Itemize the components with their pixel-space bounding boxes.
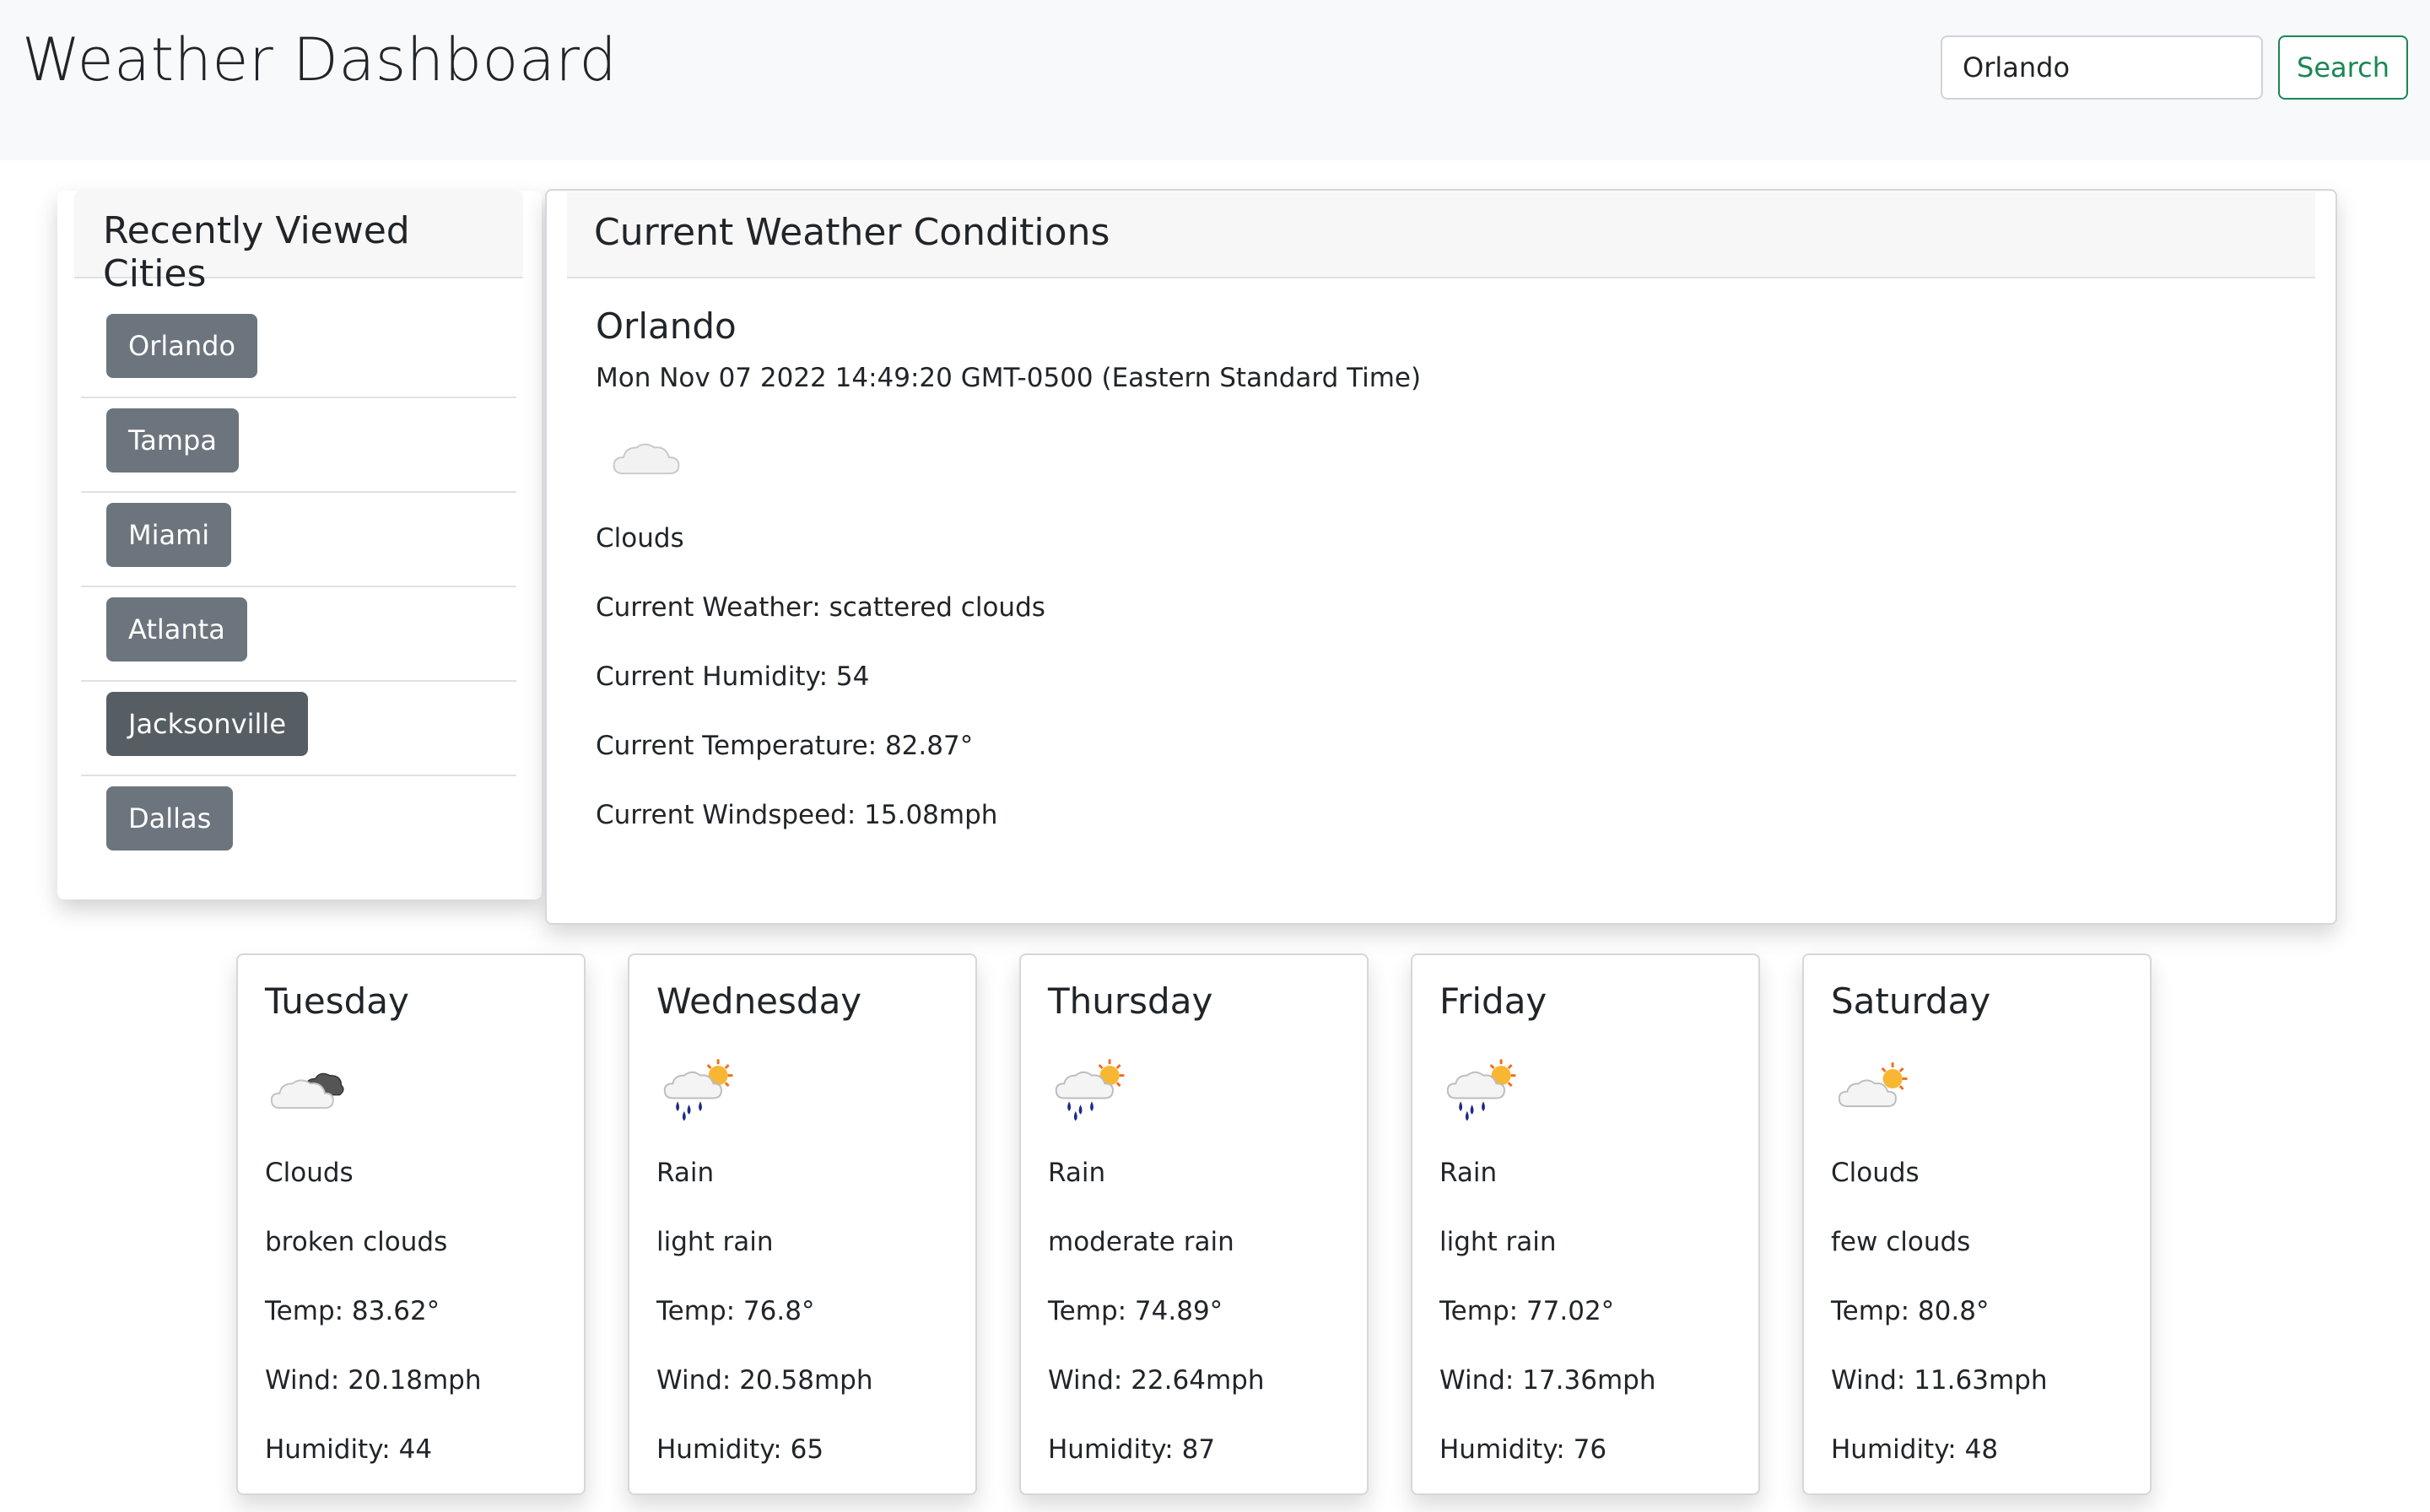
forecast-wind: Wind: 20.18mph [265, 1365, 482, 1396]
forecast-main: Rain [656, 1158, 715, 1188]
recently-viewed-title: Recently Viewed Cities [103, 209, 410, 295]
list-item: Orlando [81, 304, 516, 398]
forecast-day: Wednesday [656, 980, 862, 1022]
city-button-orlando[interactable]: Orlando [106, 314, 258, 378]
recently-viewed-panel: Recently Viewed Cities Orlando Tampa Mia… [57, 191, 542, 899]
forecast-wind: Wind: 11.63mph [1831, 1365, 2048, 1396]
cloud-icon [606, 417, 687, 498]
forecast-day: Saturday [1831, 980, 1991, 1022]
current-temperature: Current Temperature: 82.87° [596, 731, 974, 761]
forecast-description: light rain [1439, 1227, 1557, 1257]
list-item: Jacksonville [81, 682, 516, 776]
list-item: Tampa [81, 398, 516, 493]
forecast-temp: Temp: 77.02° [1439, 1296, 1615, 1326]
rain-sun-icon [1051, 1048, 1132, 1129]
current-weather-description: Current Weather: scattered clouds [596, 592, 1045, 623]
forecast-humidity: Humidity: 65 [656, 1434, 824, 1465]
forecast-description: light rain [656, 1227, 774, 1257]
header-bar: Weather Dashboard Search [0, 0, 2430, 160]
forecast-wind: Wind: 20.58mph [656, 1365, 873, 1396]
forecast-temp: Temp: 80.8° [1831, 1296, 1990, 1326]
current-windspeed: Current Windspeed: 15.08mph [596, 800, 998, 830]
list-item: Miami [81, 493, 516, 587]
current-humidity: Current Humidity: 54 [596, 662, 870, 692]
forecast-card-tuesday: Tuesday Clouds broken clouds Temp: 83.62… [236, 953, 586, 1495]
forecast-main: Rain [1048, 1158, 1106, 1188]
forecast-temp: Temp: 74.89° [1048, 1296, 1223, 1326]
city-button-atlanta[interactable]: Atlanta [106, 597, 247, 662]
forecast-day: Friday [1439, 980, 1547, 1022]
forecast-main: Clouds [265, 1158, 354, 1188]
forecast-wind: Wind: 17.36mph [1439, 1365, 1656, 1396]
rain-sun-icon [1443, 1048, 1524, 1129]
list-item: Atlanta [81, 587, 516, 682]
forecast-card-thursday: Thursday Rain moderate rain Temp: 74.89°… [1019, 953, 1369, 1495]
forecast-humidity: Humidity: 87 [1048, 1434, 1216, 1465]
forecast-main: Clouds [1831, 1158, 1920, 1188]
list-item: Dallas [81, 776, 516, 871]
forecast-description: few clouds [1831, 1227, 1971, 1257]
app-title: Weather Dashboard [22, 25, 618, 94]
forecast-description: moderate rain [1048, 1227, 1234, 1257]
forecast-temp: Temp: 83.62° [265, 1296, 440, 1326]
forecast-day: Tuesday [265, 980, 409, 1022]
city-search-input[interactable] [1941, 35, 2263, 100]
forecast-humidity: Humidity: 44 [265, 1434, 433, 1465]
current-city-name: Orlando [596, 305, 737, 347]
current-weather-header: Current Weather Conditions [567, 192, 2315, 278]
broken-clouds-icon [268, 1048, 349, 1129]
forecast-temp: Temp: 76.8° [656, 1296, 815, 1326]
forecast-card-friday: Friday Rain light rain Temp: 77.02° Wind… [1411, 953, 1760, 1495]
search-button[interactable]: Search [2278, 35, 2408, 100]
city-button-dallas[interactable]: Dallas [106, 786, 234, 850]
few-clouds-sun-icon [1834, 1048, 1915, 1129]
forecast-description: broken clouds [265, 1227, 448, 1257]
city-button-jacksonville[interactable]: Jacksonville [106, 692, 308, 756]
current-datetime: Mon Nov 07 2022 14:49:20 GMT-0500 (Easte… [596, 363, 1422, 393]
city-button-tampa[interactable]: Tampa [106, 408, 239, 472]
forecast-humidity: Humidity: 48 [1831, 1434, 1999, 1465]
current-weather-panel: Current Weather Conditions Orlando Mon N… [545, 189, 2337, 925]
forecast-wind: Wind: 22.64mph [1048, 1365, 1265, 1396]
forecast-card-saturday: Saturday Clouds few clouds Temp: 80.8° W… [1802, 953, 2152, 1495]
current-main: Clouds [596, 523, 684, 554]
forecast-card-wednesday: Wednesday Rain light rain Temp: 76.8° Wi… [628, 953, 977, 1495]
current-weather-title: Current Weather Conditions [594, 211, 1110, 254]
city-button-miami[interactable]: Miami [106, 503, 232, 567]
forecast-humidity: Humidity: 76 [1439, 1434, 1607, 1465]
rain-sun-icon [660, 1048, 741, 1129]
forecast-day: Thursday [1048, 980, 1213, 1022]
city-list: Orlando Tampa Miami Atlanta Jacksonville… [81, 304, 516, 871]
recently-viewed-header: Recently Viewed Cities [74, 191, 523, 295]
forecast-main: Rain [1439, 1158, 1498, 1188]
